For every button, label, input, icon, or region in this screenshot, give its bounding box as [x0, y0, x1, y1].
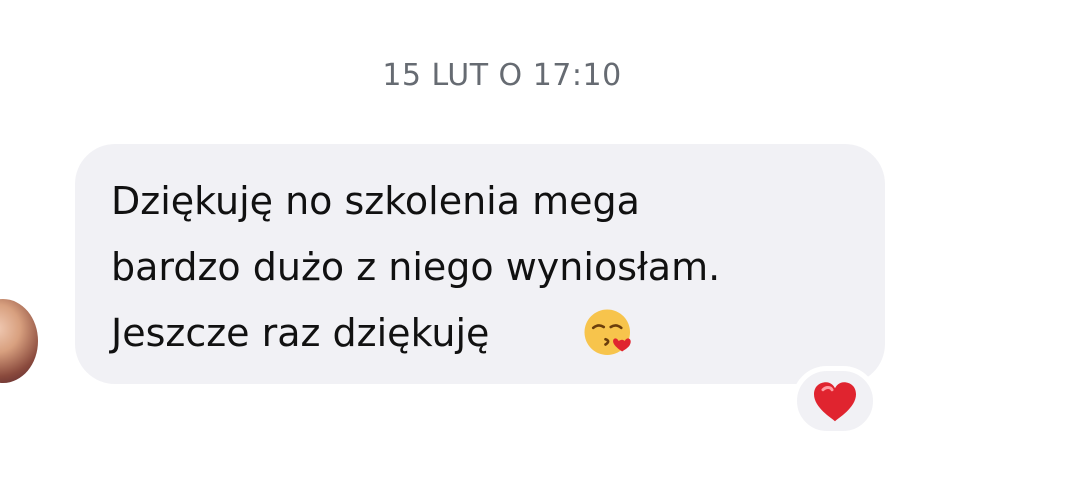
- reaction-badge[interactable]: [792, 366, 878, 436]
- heart-icon: [814, 382, 856, 422]
- message-timestamp: 15 LUT O 17:10: [382, 58, 622, 93]
- kiss-face-icon: [584, 309, 631, 355]
- message-text: Dziękuję no szkolenia mega bardzo dużo z…: [111, 179, 721, 355]
- message-bubble[interactable]: Dziękuję no szkolenia mega bardzo dużo z…: [75, 144, 885, 384]
- sender-avatar[interactable]: [0, 299, 38, 383]
